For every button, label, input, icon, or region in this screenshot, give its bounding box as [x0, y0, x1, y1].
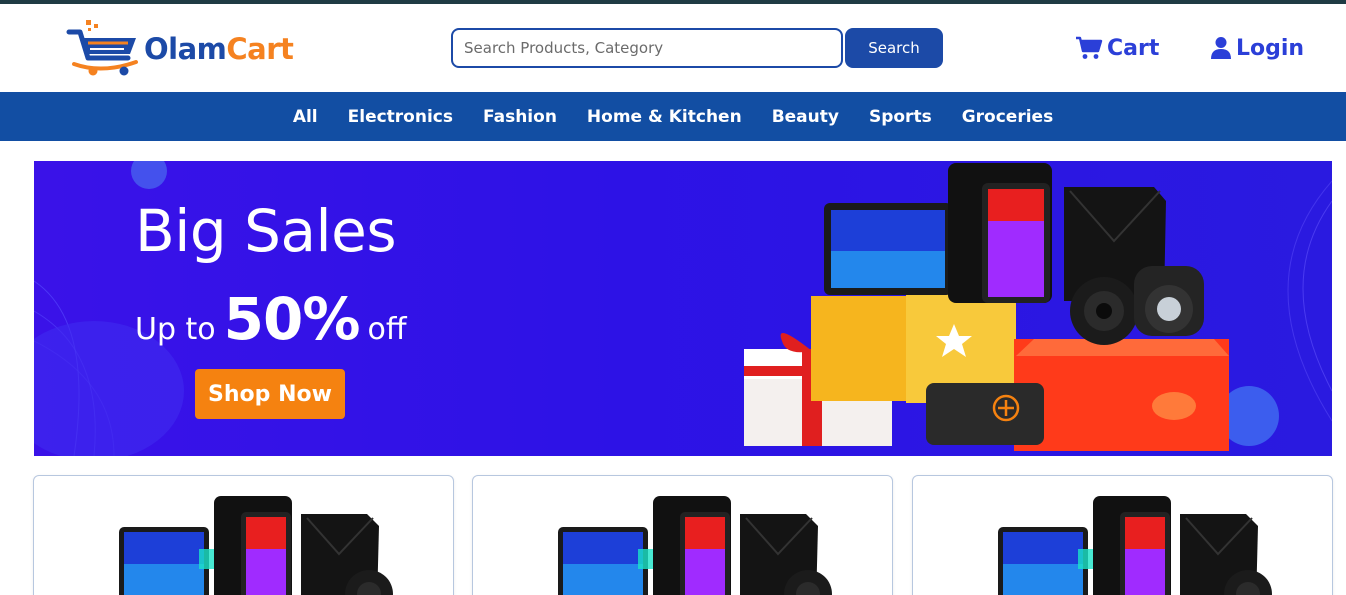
- hero-subtitle: Up to 50% off: [135, 285, 407, 353]
- nav-item-all[interactable]: All: [293, 107, 318, 127]
- nav-item-electronics[interactable]: Electronics: [348, 107, 453, 127]
- search-button[interactable]: Search: [845, 28, 943, 68]
- category-nav: All Electronics Fashion Home & Kitchen B…: [0, 92, 1346, 141]
- logo-text-accent: Cart: [226, 32, 294, 66]
- hero-discount: 50%: [223, 285, 361, 353]
- search-input[interactable]: [451, 28, 843, 68]
- product-card[interactable]: [33, 475, 454, 595]
- logo-wordmark: OlamCart: [144, 32, 294, 66]
- cart-icon: [1076, 36, 1103, 59]
- product-card[interactable]: [912, 475, 1333, 595]
- nav-item-groceries[interactable]: Groceries: [962, 107, 1053, 127]
- user-icon: [1211, 37, 1231, 59]
- product-image: [119, 496, 393, 595]
- product-image: [998, 496, 1272, 595]
- hero-subtitle-prefix: Up to: [135, 312, 216, 347]
- hero-title: Big Sales: [135, 197, 397, 265]
- shopping-cart-icon: [66, 20, 138, 76]
- shop-now-button[interactable]: Shop Now: [195, 369, 345, 419]
- electronics-gift-image: [744, 163, 1229, 451]
- nav-item-sports[interactable]: Sports: [869, 107, 932, 127]
- site-logo[interactable]: OlamCart: [66, 18, 326, 80]
- product-card[interactable]: [472, 475, 893, 595]
- login-link[interactable]: Login: [1210, 32, 1304, 64]
- nav-item-fashion[interactable]: Fashion: [483, 107, 557, 127]
- hero-subtitle-suffix: off: [367, 312, 407, 347]
- site-header: OlamCart Search Cart Login: [0, 4, 1346, 92]
- cart-label: Cart: [1107, 35, 1160, 61]
- hero-banner: Big Sales Up to 50% off Shop Now: [34, 161, 1332, 456]
- login-label: Login: [1236, 35, 1305, 61]
- logo-text-primary: Olam: [144, 32, 227, 66]
- product-image: [558, 496, 832, 595]
- nav-item-home-kitchen[interactable]: Home & Kitchen: [587, 107, 742, 127]
- nav-item-beauty[interactable]: Beauty: [772, 107, 839, 127]
- cart-link[interactable]: Cart: [1075, 32, 1159, 64]
